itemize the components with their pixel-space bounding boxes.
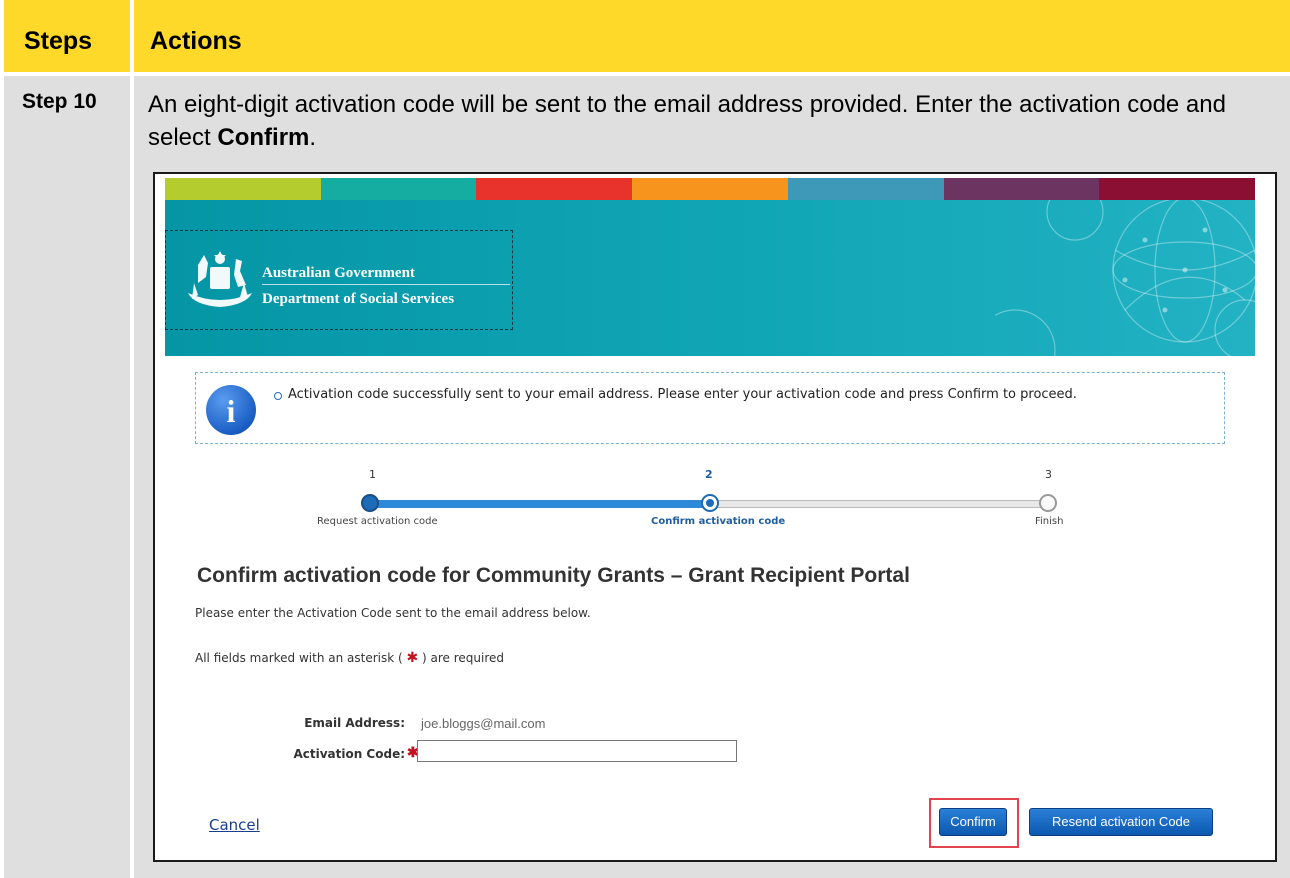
portal-screenshot: Australian Government Department of Soci… xyxy=(153,172,1277,862)
step-3-node xyxy=(1039,494,1057,512)
step-1-label: Request activation code xyxy=(317,516,438,527)
steps-cell xyxy=(4,76,130,878)
confirm-button[interactable]: Confirm xyxy=(939,808,1007,836)
step-3-label: Finish xyxy=(1035,516,1064,527)
page-title: Confirm activation code for Community Gr… xyxy=(197,564,910,587)
asterisk-icon: ✱ xyxy=(406,650,419,666)
stripe xyxy=(165,178,321,200)
step-3-number: 3 xyxy=(1045,468,1052,481)
instruction-table: Steps Actions Step 10 An eight-digit act… xyxy=(4,0,1290,878)
logo-line-1: Australian Government xyxy=(262,265,415,281)
cancel-link[interactable]: Cancel xyxy=(209,816,260,834)
color-stripes xyxy=(165,178,1256,200)
required-note-text: All fields marked with an asterisk ( xyxy=(195,651,407,665)
header-banner: Australian Government Department of Soci… xyxy=(165,200,1255,356)
step-number: Step 10 xyxy=(22,90,97,113)
activation-code-input[interactable] xyxy=(417,740,737,762)
email-value: joe.bloggs@mail.com xyxy=(421,716,546,731)
step-instruction: An eight-digit activation code will be s… xyxy=(148,88,1268,154)
globe-decoration-icon xyxy=(995,200,1255,356)
stripe xyxy=(632,178,788,200)
info-notification: i Activation code successfully sent to y… xyxy=(195,372,1225,444)
intro-text: Please enter the Activation Code sent to… xyxy=(195,606,591,620)
step-instruction-end: . xyxy=(309,124,317,151)
logo-divider xyxy=(262,284,510,285)
stripe xyxy=(476,178,633,200)
stripe xyxy=(787,178,944,200)
email-label: Email Address: xyxy=(304,716,405,730)
info-message: Activation code successfully sent to you… xyxy=(288,387,1077,402)
info-icon: i xyxy=(206,385,256,435)
table-header-row: Steps Actions xyxy=(4,0,1290,72)
progress-fill xyxy=(365,500,710,508)
header-actions: Actions xyxy=(150,27,242,55)
column-divider xyxy=(130,0,134,878)
progress-stepper: 1 Request activation code 2 Confirm acti… xyxy=(305,464,1205,534)
government-logo[interactable]: Australian Government Department of Soci… xyxy=(165,230,513,330)
logo-line-2: Department of Social Services xyxy=(262,291,455,307)
stripe xyxy=(320,178,477,200)
required-note-text-end: ) are required xyxy=(418,651,505,665)
step-1-number: 1 xyxy=(369,468,376,481)
bullet-icon xyxy=(274,392,282,400)
stripe xyxy=(943,178,1100,200)
activation-code-label: Activation Code: xyxy=(293,747,405,761)
stripe xyxy=(1099,178,1256,200)
header-steps: Steps xyxy=(24,27,93,55)
required-note: All fields marked with an asterisk ( ✱ )… xyxy=(195,650,504,666)
coat-of-arms-icon xyxy=(188,251,252,307)
step-2-label: Confirm activation code xyxy=(651,516,786,527)
step-2-node xyxy=(701,494,719,512)
resend-activation-code-button[interactable]: Resend activation Code xyxy=(1029,808,1213,836)
step-2-number: 2 xyxy=(705,468,713,481)
step-instruction-bold: Confirm xyxy=(217,124,310,151)
step-1-node xyxy=(361,494,379,512)
